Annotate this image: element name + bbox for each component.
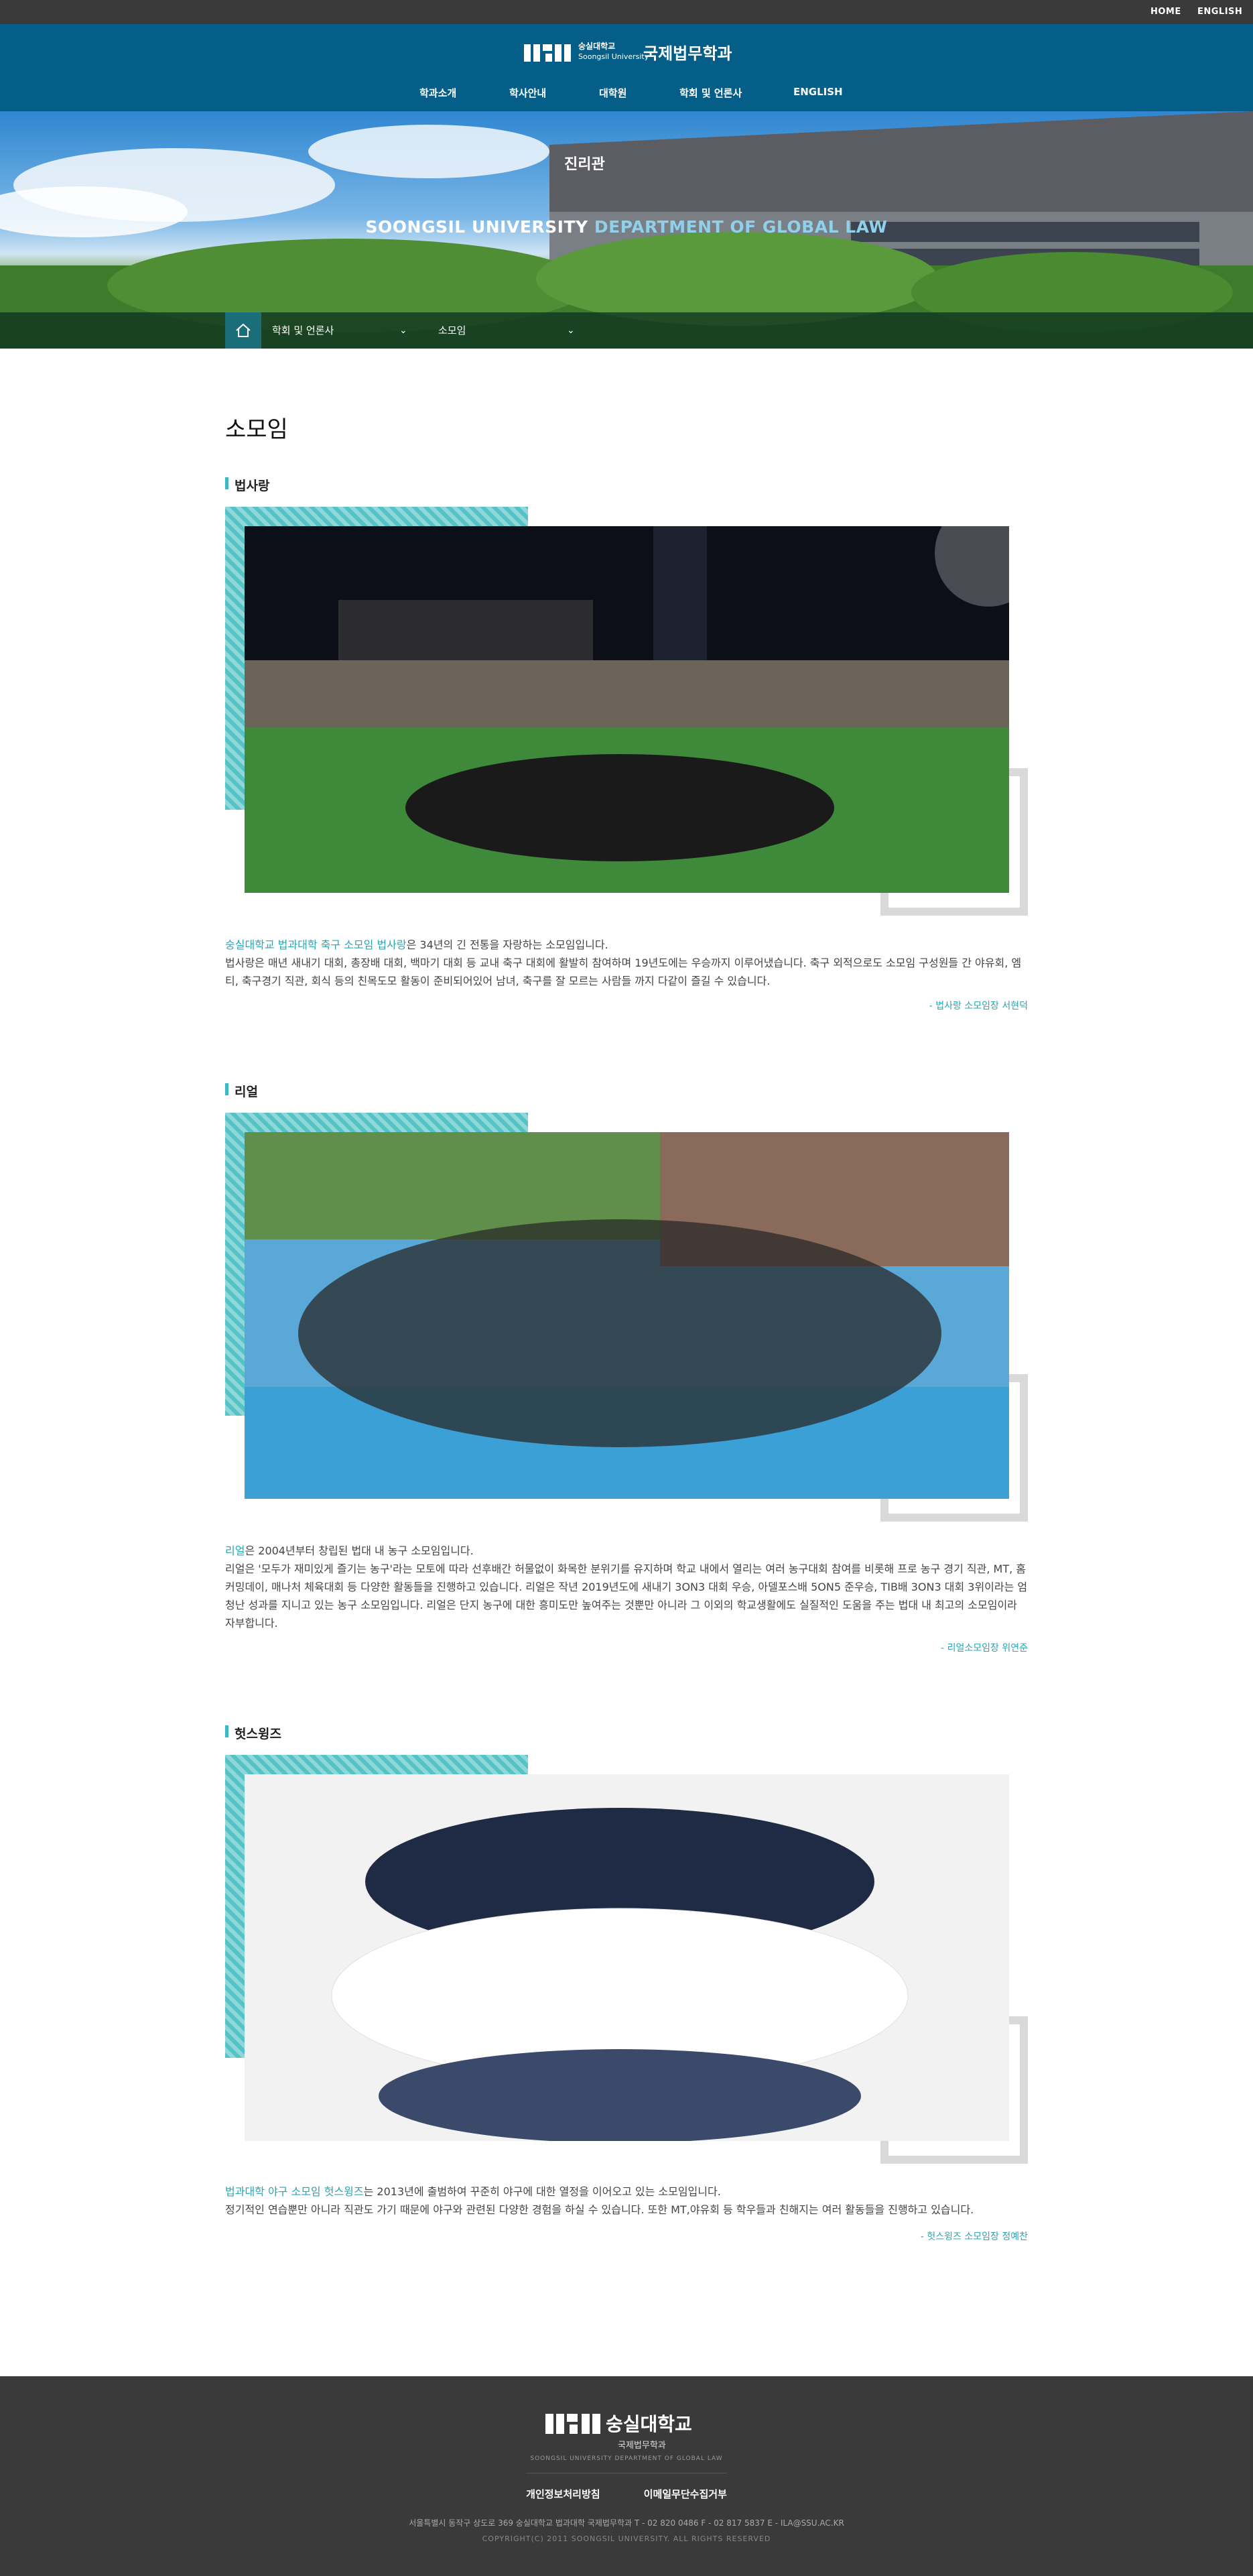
- nav-item-societies-press[interactable]: 학회 및 언론사: [679, 86, 742, 100]
- university-logo-mark-icon: [545, 2414, 600, 2434]
- email-refusal-link[interactable]: 이메일무단수집거부: [644, 2488, 727, 2500]
- page-title: 소모임: [225, 416, 288, 443]
- site-logo[interactable]: 숭실대학교 Soongsil University 국제법무학과: [523, 39, 737, 68]
- privacy-policy-link[interactable]: 개인정보처리방침: [526, 2488, 600, 2500]
- hero-title-main: SOONGSIL UNIVERSITY: [365, 217, 594, 237]
- group-photo-baseball: [245, 1774, 1009, 2141]
- footer-dept-name: 국제법무학과: [618, 2441, 666, 2451]
- signature-hutswings: - 헛스윙즈 소모임장 정예찬: [920, 2231, 1028, 2242]
- building-sign: 진리관: [564, 156, 605, 173]
- section-body: 정기적인 연습뿐만 아니라 직관도 가기 때문에 야구와 관련된 다양한 경험을…: [225, 2203, 974, 2216]
- intro-highlight: 숭실대학교 법과대학 축구 소모임 법사랑: [225, 938, 407, 951]
- photo-block-hutswings: [225, 1755, 1028, 2170]
- top-utility-bar: HOME ENGLISH: [0, 0, 1253, 24]
- logo-university-name: 숭실대학교 Soongsil University: [578, 42, 649, 62]
- main-nav: 학과소개 학사안내 대학원 학회 및 언론사 ENGLISH: [0, 86, 1253, 109]
- footer-copyright: COPYRIGHT(C) 2011 SOONGSIL UNIVERSITY. A…: [482, 2534, 771, 2543]
- logo-univ-en: Soongsil University: [578, 52, 649, 61]
- chevron-down-icon[interactable]: ⌄: [399, 312, 407, 349]
- nav-item-graduate[interactable]: 대학원: [599, 86, 626, 100]
- university-logo-mark-icon: [524, 44, 571, 62]
- footer-links: 개인정보처리방침 이메일무단수집거부: [0, 2487, 1253, 2501]
- signature-real: - 리얼소모임장 위연준: [941, 1643, 1028, 1654]
- footer-address: 서울특별시 동작구 상도로 369 숭실대학교 법과대학 국제법무학과 T - …: [409, 2518, 844, 2528]
- section-intro-hutswings: 법과대학 야구 소모임 헛스윙즈는 2013년에 출범하여 꾸준히 야구에 대한…: [225, 2183, 1028, 2219]
- site-header: 숭실대학교 Soongsil University 국제법무학과 학과소개 학사…: [0, 24, 1253, 111]
- nav-item-department-intro[interactable]: 학과소개: [419, 86, 456, 100]
- section-intro-real: 리얼은 2004년부터 창립된 법대 내 농구 소모임입니다. 리얼은 '모두가…: [225, 1542, 1028, 1632]
- breadcrumb-home-button[interactable]: [225, 312, 261, 349]
- section-body: 법사랑은 매년 새내기 대회, 총장배 대회, 백마기 대회 등 교내 축구 대…: [225, 957, 1022, 987]
- nav-item-english[interactable]: ENGLISH: [793, 86, 843, 98]
- section-body: 리얼은 '모두가 재미있게 즐기는 농구'라는 모토에 따라 선후배간 허물없이…: [225, 1562, 1028, 1630]
- logo-univ-kr: 숭실대학교: [578, 42, 616, 51]
- photo-block-bubsarang: [225, 507, 1028, 922]
- section-intro-bubsarang: 숭실대학교 법과대학 축구 소모임 법사랑은 34년의 긴 전통을 자랑하는 소…: [225, 936, 1028, 990]
- section-heading-bubsarang: 법사랑: [225, 476, 269, 494]
- section-heading-hutswings: 헛스윙즈: [225, 1724, 281, 1742]
- photo-block-real: [225, 1113, 1028, 1528]
- signature-bubsarang: - 법사랑 소모임장 서현덕: [929, 1001, 1028, 1011]
- intro-rest: 는 2013년에 출범하여 꾸준히 야구에 대한 열정을 이어오고 있는 소모임…: [363, 2185, 721, 2198]
- hero-title-accent: DEPARTMENT OF GLOBAL LAW: [594, 217, 888, 237]
- intro-rest: 은 2004년부터 창립된 법대 내 농구 소모임입니다.: [245, 1544, 474, 1557]
- hero-title: SOONGSIL UNIVERSITY DEPARTMENT OF GLOBAL…: [0, 217, 1253, 237]
- site-footer: 숭실대학교 국제법무학과 SOONGSIL UNIVERSITY DEPARTM…: [0, 2376, 1253, 2576]
- intro-highlight: 리얼: [225, 1544, 245, 1557]
- intro-rest: 은 34년의 긴 전통을 자랑하는 소모임입니다.: [406, 938, 608, 951]
- breadcrumb-level1[interactable]: 학회 및 언론사: [272, 312, 334, 349]
- logo-department-name: 국제법무학과: [643, 44, 732, 63]
- english-link[interactable]: ENGLISH: [1197, 0, 1242, 24]
- nav-item-academic-info[interactable]: 학사안내: [509, 86, 546, 100]
- footer-dept-en: SOONGSIL UNIVERSITY DEPARTMENT OF GLOBAL…: [530, 2455, 723, 2462]
- group-photo-soccer: [245, 526, 1009, 893]
- intro-highlight: 법과대학 야구 소모임 헛스윙즈: [225, 2185, 364, 2198]
- group-photo-basketball: [245, 1132, 1009, 1499]
- section-heading-real: 리얼: [225, 1082, 258, 1100]
- breadcrumb: 학회 및 언론사 ⌄ 소모임 ⌄: [0, 312, 1253, 349]
- home-icon: [236, 323, 251, 337]
- home-link[interactable]: HOME: [1150, 0, 1181, 24]
- breadcrumb-level2[interactable]: 소모임: [438, 312, 466, 349]
- footer-univ-name: 숭실대학교: [606, 2413, 692, 2435]
- chevron-down-icon[interactable]: ⌄: [567, 312, 575, 349]
